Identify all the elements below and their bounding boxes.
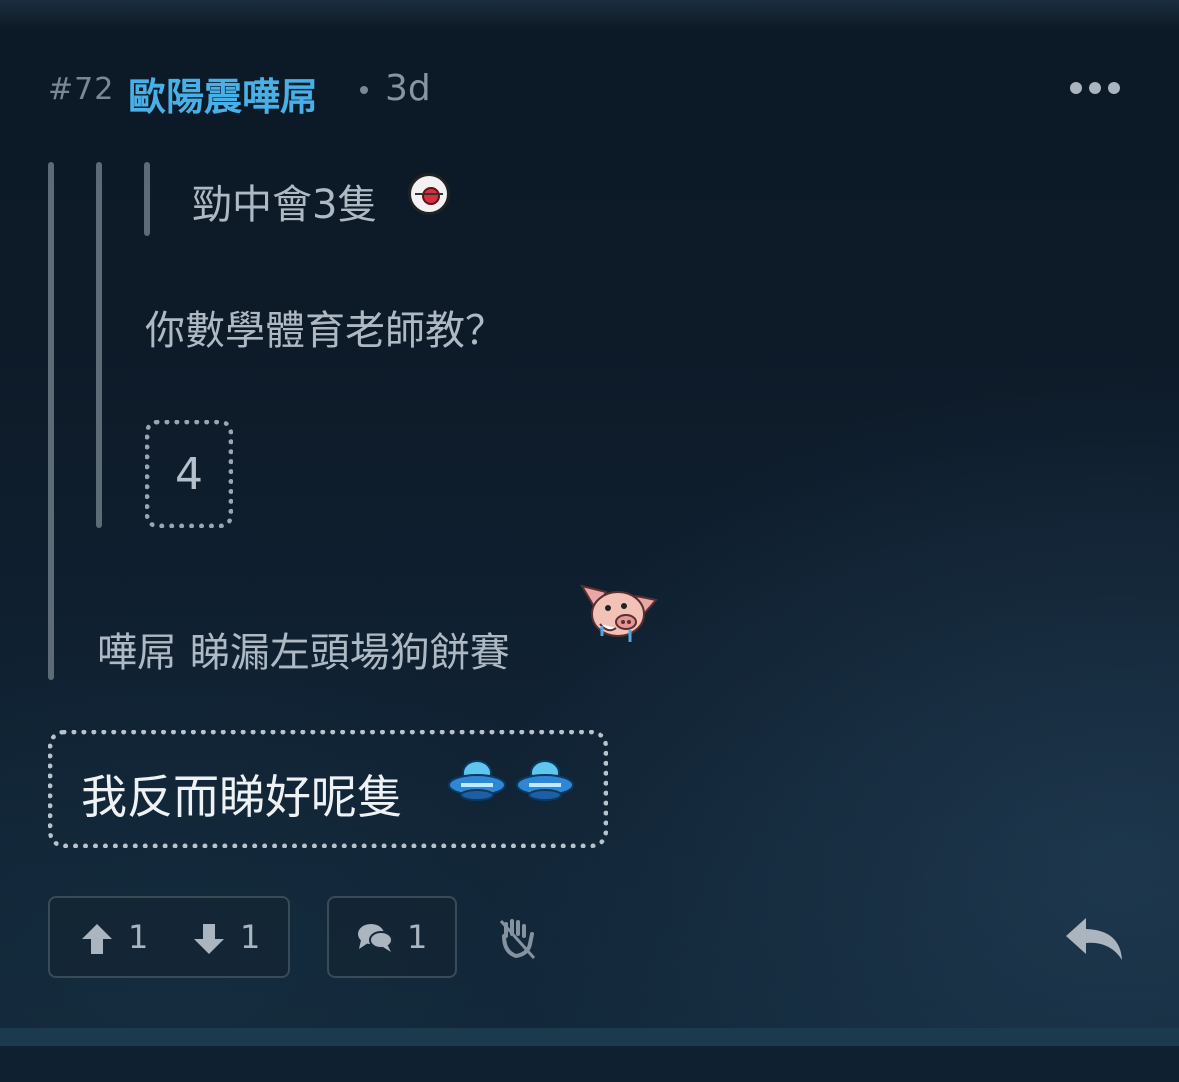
pig-emote: [580, 584, 658, 642]
more-icon-dot: [1089, 82, 1101, 94]
downvote-count: 1: [240, 918, 261, 956]
more-icon-dot: [1108, 82, 1120, 94]
upvote-count: 1: [128, 918, 149, 956]
ufo-emote: [516, 760, 574, 801]
quote-bar-level2: [96, 162, 102, 528]
arrow-down-icon[interactable]: [192, 922, 226, 956]
comment-count: 1: [407, 918, 428, 956]
post-content-box: 我反而睇好呢隻: [48, 730, 608, 848]
hand-icon[interactable]: [498, 918, 536, 960]
comment-icon: [358, 924, 393, 952]
crosshair-emote: [408, 173, 450, 215]
comment-count-button[interactable]: 1: [327, 896, 457, 978]
top-fade: [0, 0, 1179, 30]
post-timestamp: 3d: [385, 68, 431, 109]
reply-icon[interactable]: [1064, 914, 1126, 964]
username-link[interactable]: 歐陽震嘩屌: [128, 66, 318, 121]
arrow-up-icon[interactable]: [80, 922, 114, 956]
bottom-divider: [0, 1028, 1179, 1046]
more-options-button[interactable]: [1070, 80, 1120, 96]
post-content-text: 我反而睇好呢隻: [81, 770, 403, 824]
quote-level2-text: 你數學體育老師教？: [145, 308, 505, 354]
vote-panel: 1 1: [48, 896, 290, 978]
quote-level1-text: 嘩屌 睇漏左頭場狗餅賽: [97, 630, 510, 676]
quote-bar-level3: [144, 162, 150, 236]
collapsed-count: 4: [175, 448, 203, 500]
separator-dot: [360, 86, 368, 94]
quote-bar-level1: [48, 162, 54, 680]
more-icon-dot: [1070, 82, 1082, 94]
collapsed-quotes-button[interactable]: 4: [145, 420, 233, 528]
post-header: #72 歐陽震嘩屌 3d: [48, 62, 1138, 121]
quote-level3-text: 勁中會3隻: [192, 182, 378, 228]
ufo-emote: [448, 760, 506, 801]
post-number: #72: [48, 72, 115, 107]
bottom-area: [0, 1046, 1179, 1082]
